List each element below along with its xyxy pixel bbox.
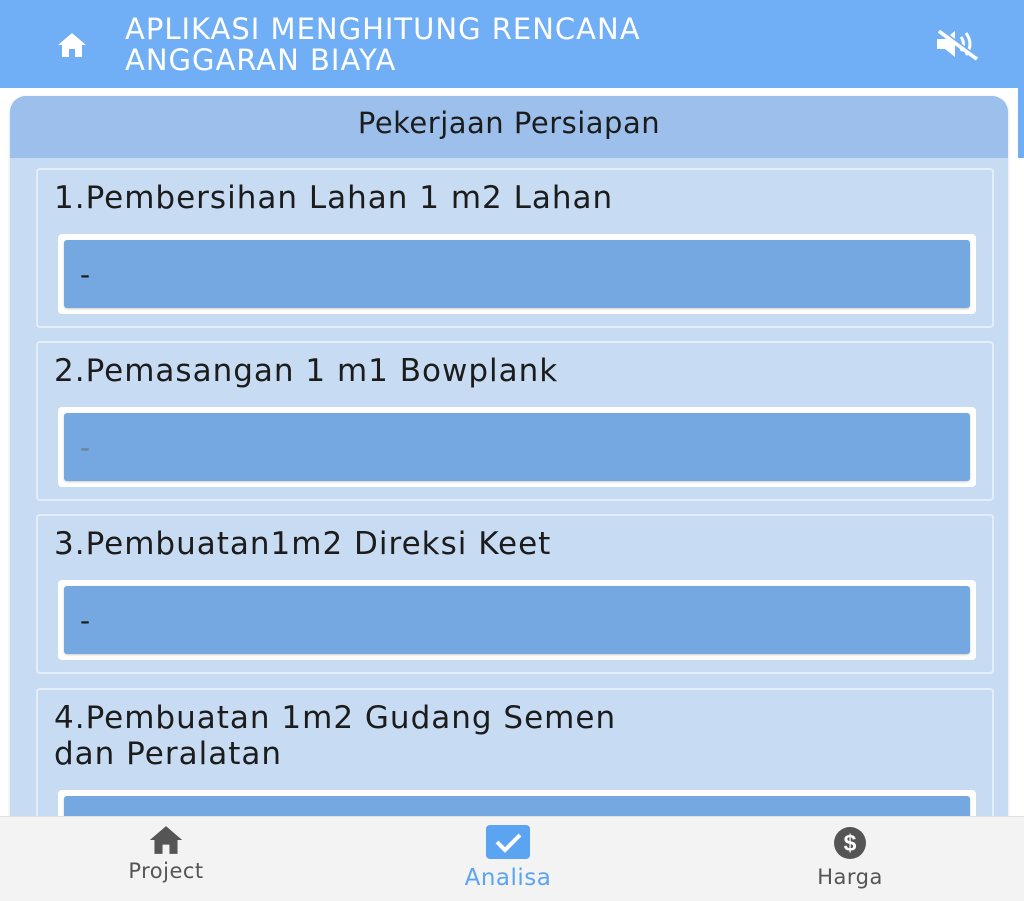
- volume-off-icon: [937, 27, 979, 61]
- app-header: APLIKASI MENGHITUNG RENCANA ANGGARAN BIA…: [0, 0, 1024, 88]
- work-item-label-line1: 4.Pembuatan 1m2 Gudang Semen: [54, 700, 617, 736]
- work-item-label: 1.Pembersihan Lahan 1 m2 Lahan: [54, 180, 614, 216]
- app-title-line1: APLIKASI MENGHITUNG RENCANA: [125, 12, 641, 46]
- work-item-card: 2.Pemasangan 1 m1 Bowplank -: [36, 341, 994, 501]
- work-item-value[interactable]: -: [64, 240, 970, 308]
- nav-analisa-label: Analisa: [464, 865, 552, 891]
- scroll-indicator: [1018, 88, 1024, 158]
- nav-project-label: Project: [128, 859, 204, 883]
- nav-analisa[interactable]: Analisa: [418, 825, 598, 901]
- work-item-input[interactable]: -: [58, 407, 976, 487]
- dollar-icon: $: [834, 827, 866, 859]
- app-title: APLIKASI MENGHITUNG RENCANA ANGGARAN BIA…: [125, 14, 885, 76]
- home-button[interactable]: [44, 28, 100, 62]
- work-item-card: 3.Pembuatan1m2 Direksi Keet -: [36, 514, 994, 674]
- panel-header: Pekerjaan Persiapan: [10, 96, 1008, 158]
- work-item-label: 3.Pembuatan1m2 Direksi Keet: [54, 526, 552, 562]
- work-item-card: 1.Pembersihan Lahan 1 m2 Lahan -: [36, 168, 994, 328]
- work-item-label: 2.Pemasangan 1 m1 Bowplank: [54, 353, 559, 389]
- app-title-line2: ANGGARAN BIAYA: [125, 43, 397, 77]
- home-icon: [58, 33, 86, 57]
- work-item-input[interactable]: -: [58, 580, 976, 660]
- mute-button[interactable]: [928, 24, 988, 64]
- nav-harga[interactable]: $ Harga: [760, 825, 940, 901]
- work-item-value[interactable]: -: [64, 586, 970, 654]
- work-item-placeholder[interactable]: -: [64, 413, 970, 481]
- work-item-label-line2: dan Peralatan: [54, 736, 282, 772]
- work-panel: Pekerjaan Persiapan 1.Pembersihan Lahan …: [10, 96, 1008, 870]
- svg-text:$: $: [844, 830, 857, 856]
- section-title: Pekerjaan Persiapan: [357, 106, 661, 140]
- work-item-label: 4.Pembuatan 1m2 Gudang Semen dan Peralat…: [54, 700, 616, 772]
- work-item-input[interactable]: -: [58, 234, 976, 314]
- bottom-navigation: Project Analisa $ Harga: [0, 816, 1024, 901]
- nav-project[interactable]: Project: [76, 825, 256, 901]
- checkbox-icon: [486, 825, 530, 859]
- nav-harga-label: Harga: [817, 865, 883, 889]
- home-icon: [149, 826, 183, 854]
